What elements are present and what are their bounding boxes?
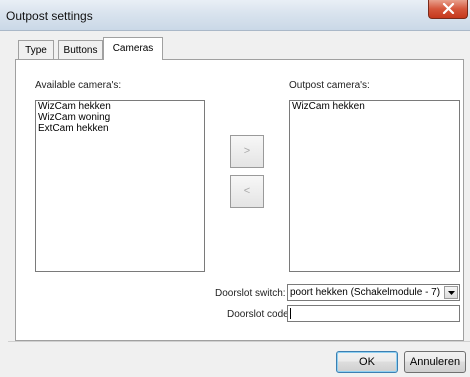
- tab-cameras[interactable]: Cameras: [103, 37, 163, 60]
- doorslot-switch-label: Doorslot switch:: [215, 288, 286, 299]
- footer-divider: [8, 341, 470, 342]
- outpost-cameras-label: Outpost camera's:: [289, 80, 370, 91]
- window-title: Outpost settings: [6, 9, 93, 23]
- close-icon: [442, 3, 455, 14]
- add-camera-button[interactable]: >: [230, 135, 264, 168]
- outpost-cameras-list[interactable]: WizCam hekken: [289, 100, 460, 272]
- doorslot-code-label: Doorslot code:: [227, 309, 292, 320]
- cancel-button[interactable]: Annuleren: [404, 351, 466, 373]
- available-cameras-list[interactable]: WizCam hekken WizCam woning ExtCam hekke…: [35, 100, 205, 272]
- outpost-settings-dialog: Outpost settings Type Buttons Cameras Av…: [0, 0, 470, 377]
- doorslot-switch-value: poort hekken (Schakelmodule - 7): [290, 287, 441, 298]
- list-item[interactable]: WizCam woning: [36, 112, 204, 123]
- tab-buttons[interactable]: Buttons: [58, 40, 103, 59]
- title-bar[interactable]: Outpost settings: [0, 0, 470, 31]
- list-item[interactable]: WizCam hekken: [36, 101, 204, 112]
- available-cameras-label: Available camera's:: [35, 80, 122, 91]
- doorslot-switch-select[interactable]: poort hekken (Schakelmodule - 7): [287, 284, 460, 301]
- chevron-down-icon: [448, 291, 455, 295]
- close-button[interactable]: [428, 0, 468, 19]
- ok-button[interactable]: OK: [336, 351, 398, 373]
- list-item[interactable]: ExtCam hekken: [36, 123, 204, 134]
- text-caret: [290, 308, 291, 319]
- remove-camera-button[interactable]: <: [230, 175, 264, 208]
- tab-type[interactable]: Type: [18, 40, 54, 59]
- dropdown-arrow-button[interactable]: [444, 286, 458, 299]
- doorslot-code-input[interactable]: [287, 305, 460, 322]
- list-item[interactable]: WizCam hekken: [290, 101, 459, 112]
